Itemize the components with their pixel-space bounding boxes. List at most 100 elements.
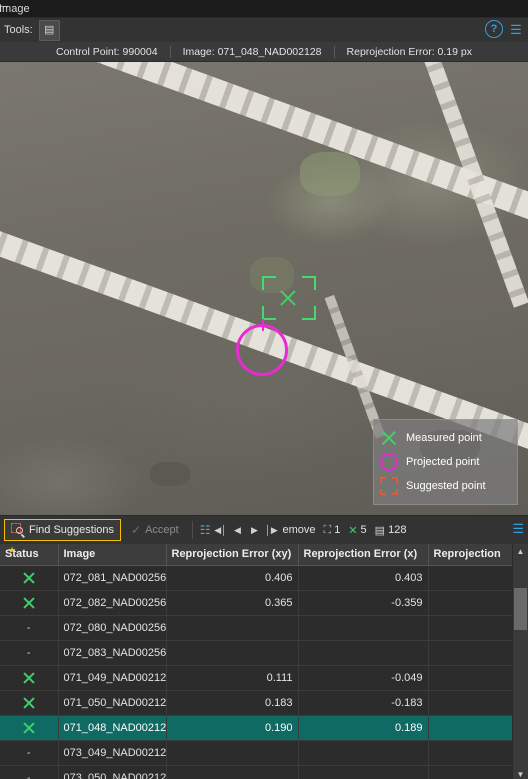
row-error-3 bbox=[428, 740, 514, 766]
image-count-value: 1 bbox=[334, 524, 341, 536]
column-header-error-x[interactable]: Reprojection Error (x) bbox=[298, 544, 429, 566]
row-error-3 bbox=[428, 640, 514, 666]
projected-point-marker[interactable] bbox=[236, 319, 288, 376]
projected-point-tick bbox=[262, 319, 264, 331]
row-image: 071_048_NAD002128 bbox=[58, 715, 167, 741]
row-error-x: -0.359 bbox=[298, 590, 429, 616]
row-image: 072_083_NAD002566 bbox=[58, 640, 167, 666]
row-error-x: 0.403 bbox=[298, 565, 429, 591]
scrollbar-thumb[interactable] bbox=[514, 588, 527, 630]
column-header-error-xy[interactable]: Reprojection Error (xy) bbox=[166, 544, 299, 566]
row-image: 072_080_NAD002569 bbox=[58, 615, 167, 641]
row-image: 072_082_NAD002567 bbox=[58, 590, 167, 616]
window-titlebar: — Image bbox=[0, 0, 528, 17]
next-button[interactable]: ▶ bbox=[247, 521, 261, 539]
row-error-xy: 0.183 bbox=[166, 690, 299, 716]
row-image: 071_050_NAD002126 bbox=[58, 690, 167, 716]
table-row[interactable]: - 073_050_NAD002120 bbox=[0, 765, 514, 779]
projected-point-icon bbox=[380, 453, 398, 471]
row-error-xy bbox=[166, 640, 299, 666]
image-viewport[interactable]: Measured point Projected point Suggested… bbox=[0, 62, 528, 515]
row-error-xy bbox=[166, 740, 299, 766]
table-row[interactable]: - 072_080_NAD002569 bbox=[0, 615, 514, 641]
measure-point-tool-icon[interactable]: ▤ bbox=[38, 19, 60, 41]
row-status bbox=[0, 665, 59, 691]
row-status: ★ bbox=[0, 546, 59, 616]
measured-point-icon bbox=[21, 721, 37, 735]
counter-pixels: ▤ 128 bbox=[375, 524, 407, 537]
column-header-error-3[interactable]: Reprojection bbox=[428, 544, 514, 566]
remove-label[interactable]: emove bbox=[282, 524, 315, 536]
row-error-x: 0.189 bbox=[298, 715, 429, 741]
points-table[interactable]: Status Image Reprojection Error (xy) Rep… bbox=[0, 544, 528, 779]
measured-point-icon bbox=[21, 596, 37, 610]
table-row[interactable]: ★ 072_082_NAD002567 0.365 -0.359 bbox=[0, 546, 514, 616]
table-menu-icon[interactable]: ☰ bbox=[512, 521, 524, 537]
accept-button[interactable]: ✓ Accept bbox=[125, 519, 185, 541]
action-divider bbox=[191, 521, 193, 539]
row-error-x bbox=[298, 765, 429, 779]
help-icon[interactable]: ? bbox=[485, 20, 503, 38]
row-status bbox=[0, 565, 59, 591]
table-body: 072_081_NAD002568 0.406 0.403 ★ 072_082_… bbox=[0, 546, 514, 779]
menu-icon[interactable]: ☰ bbox=[508, 21, 524, 37]
row-error-xy bbox=[166, 765, 299, 779]
row-status bbox=[0, 715, 59, 741]
table-scrollbar[interactable]: ▲ ▼ bbox=[512, 544, 528, 779]
scroll-up-icon[interactable]: ▲ bbox=[513, 544, 528, 559]
legend-item-projected: Projected point bbox=[380, 450, 511, 474]
row-error-xy: 0.365 bbox=[166, 590, 299, 616]
row-status: - bbox=[0, 765, 59, 779]
action-bar: Find Suggestions ✓ Accept ☷ ◀│ ◀ ▶ │▶ em… bbox=[0, 515, 528, 544]
row-error-3 bbox=[428, 615, 514, 641]
info-strip: Control Point: 990004 Image: 071_048_NAD… bbox=[0, 42, 528, 62]
row-error-3 bbox=[428, 590, 514, 616]
vegetation-feature bbox=[250, 257, 294, 293]
measured-point-icon bbox=[21, 696, 37, 710]
dark-feature bbox=[150, 462, 190, 486]
image-panel: — Image Tools: ▤ ? ☰ Control Point: 9900… bbox=[0, 0, 528, 779]
row-status: - bbox=[0, 615, 59, 641]
legend-label: Suggested point bbox=[406, 480, 486, 492]
first-button[interactable]: ◀│ bbox=[213, 521, 227, 539]
row-image: 073_050_NAD002120 bbox=[58, 765, 167, 779]
row-error-x bbox=[298, 615, 429, 641]
legend: Measured point Projected point Suggested… bbox=[373, 419, 518, 505]
pixel-count-icon: ▤ bbox=[374, 524, 386, 537]
column-header-image[interactable]: Image bbox=[58, 544, 167, 566]
measured-point-icon bbox=[380, 429, 398, 447]
table-row[interactable]: 071_050_NAD002126 0.183 -0.183 bbox=[0, 690, 514, 716]
table-row[interactable]: 071_049_NAD002127 0.111 -0.049 bbox=[0, 665, 514, 691]
points-table-element: Status Image Reprojection Error (xy) Rep… bbox=[0, 544, 514, 779]
pixel-count-value: 128 bbox=[388, 524, 407, 536]
row-image: 072_081_NAD002568 bbox=[58, 565, 167, 591]
table-row-selected[interactable]: 071_048_NAD002128 0.190 0.189 bbox=[0, 715, 514, 741]
row-error-x bbox=[298, 740, 429, 766]
row-status: - bbox=[0, 740, 59, 766]
row-error-xy bbox=[166, 615, 299, 641]
table-row[interactable]: - 072_083_NAD002566 bbox=[0, 640, 514, 666]
image-count-icon: ⛶ bbox=[323, 523, 332, 536]
legend-item-measured: Measured point bbox=[380, 426, 511, 450]
tool-glyph: ▤ bbox=[44, 23, 55, 36]
row-error-3 bbox=[428, 690, 514, 716]
row-error-3 bbox=[428, 665, 514, 691]
measured-count-value: 5 bbox=[360, 524, 367, 536]
last-button[interactable]: │▶ bbox=[264, 521, 278, 539]
tools-bar: Tools: ▤ ? ☰ bbox=[0, 17, 528, 42]
control-point-info: Control Point: 990004 bbox=[55, 45, 158, 58]
table-row[interactable]: 072_081_NAD002568 0.406 0.403 bbox=[0, 565, 514, 591]
tools-bar-right: ? ☰ bbox=[485, 20, 524, 38]
counter-measured: ✕ 5 bbox=[348, 524, 366, 537]
check-icon: ✓ bbox=[131, 523, 142, 537]
grid-icon[interactable]: ☷ bbox=[200, 523, 211, 537]
pin-icon[interactable]: — bbox=[0, 1, 8, 15]
scroll-down-icon[interactable]: ▼ bbox=[513, 767, 528, 779]
previous-button[interactable]: ◀ bbox=[230, 521, 244, 539]
legend-label: Measured point bbox=[406, 432, 482, 444]
accept-label: Accept bbox=[145, 524, 179, 536]
row-error-xy: 0.111 bbox=[166, 665, 299, 691]
table-row[interactable]: - 073_049_NAD002121 bbox=[0, 740, 514, 766]
find-suggestions-button[interactable]: Find Suggestions bbox=[4, 519, 121, 541]
row-error-3 bbox=[428, 565, 514, 591]
